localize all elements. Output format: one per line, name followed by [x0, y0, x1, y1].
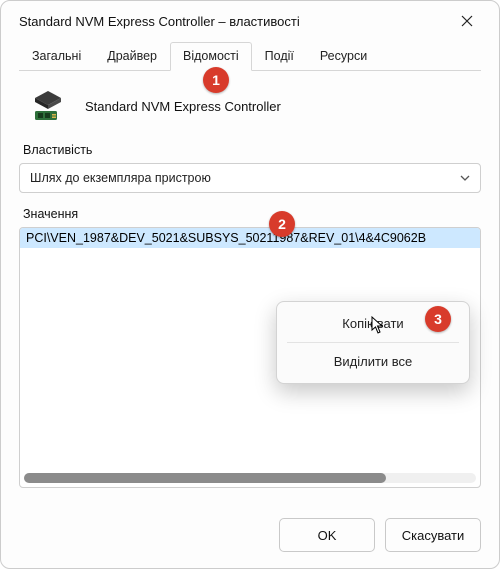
tab-details[interactable]: Відомості [170, 42, 252, 71]
cancel-button[interactable]: Скасувати [385, 518, 481, 552]
context-menu: Копіювати Виділити все 3 [276, 301, 470, 384]
properties-window: Standard NVM Express Controller – власти… [0, 0, 500, 569]
close-icon [461, 15, 473, 27]
close-button[interactable] [447, 1, 487, 41]
device-name: Standard NVM Express Controller [85, 99, 281, 114]
property-selected: Шлях до екземпляра пристрою [30, 171, 211, 185]
callout-badge-2: 2 [269, 211, 295, 237]
chevron-down-icon [460, 172, 470, 184]
tab-driver[interactable]: Драйвер [94, 42, 170, 71]
tab-events[interactable]: Події [252, 42, 307, 71]
value-label: Значення [23, 207, 481, 221]
horizontal-scrollbar[interactable] [24, 473, 476, 483]
tab-general[interactable]: Загальні [19, 42, 94, 71]
menu-item-select-all[interactable]: Виділити все [277, 345, 469, 378]
value-item[interactable]: PCI\VEN_1987&DEV_5021&SUBSYS_50211987&RE… [20, 228, 480, 248]
property-combo[interactable]: Шлях до екземпляра пристрою [19, 163, 481, 193]
dialog-buttons: OK Скасувати [1, 506, 499, 568]
titlebar: Standard NVM Express Controller – власти… [1, 1, 499, 41]
scrollbar-thumb[interactable] [24, 473, 386, 483]
menu-separator [287, 342, 459, 343]
property-label: Властивість [23, 143, 481, 157]
device-icon [31, 89, 65, 123]
window-title: Standard NVM Express Controller – власти… [19, 14, 447, 29]
content-area: Загальні Драйвер Відомості Події Ресурси [1, 41, 499, 506]
callout-badge-1: 1 [203, 67, 229, 93]
device-summary: Standard NVM Express Controller [19, 71, 481, 143]
callout-badge-3: 3 [425, 306, 451, 332]
ok-button[interactable]: OK [279, 518, 375, 552]
tab-bar: Загальні Драйвер Відомості Події Ресурси [19, 41, 481, 71]
tab-resources[interactable]: Ресурси [307, 42, 380, 71]
cursor-icon [371, 316, 385, 334]
